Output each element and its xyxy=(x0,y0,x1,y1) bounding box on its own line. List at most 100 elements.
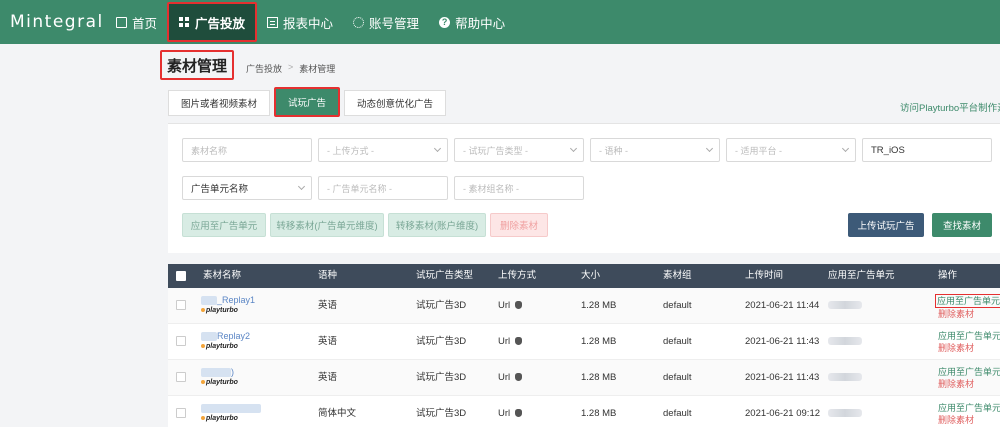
delete-material-button[interactable]: 删除素材 xyxy=(490,213,548,237)
material-name-input[interactable]: 素材名称 xyxy=(182,138,312,162)
chevron-down-icon xyxy=(841,144,850,153)
page-title: 素材管理 xyxy=(160,50,234,80)
platform-select[interactable]: - 适用平台 - xyxy=(726,138,856,162)
move-by-account-button[interactable]: 转移素材(账户维度) xyxy=(388,213,486,237)
chevron-down-icon xyxy=(433,144,442,153)
report-icon xyxy=(267,16,279,28)
materials-table: 素材名称 语种 试玩广告类型 上传方式 大小 素材组 上传时间 应用至广告单元 … xyxy=(168,264,1000,427)
nav-item-home[interactable]: 首页 xyxy=(106,0,167,44)
nav-item-label: 帮助中心 xyxy=(455,16,506,31)
table-row: Replay2 playturbo 英语 试玩广告3D Url 1.28 MB … xyxy=(168,324,1000,360)
apply-to-unit-button[interactable]: 应用至广告单元 xyxy=(182,213,266,237)
column-header[interactable]: 应用至广告单元 xyxy=(828,264,895,288)
find-material-button[interactable]: 查找素材 xyxy=(932,213,992,237)
column-header[interactable]: 大小 xyxy=(581,264,600,288)
delete-material-link[interactable]: 删除素材 xyxy=(938,378,1000,390)
material-type-tabs: 图片或者视频素材 试玩广告 动态创意优化广告 xyxy=(168,87,450,117)
upload-time-cell: 2021-06-21 11:43 xyxy=(745,372,820,383)
table-header: 素材名称 语种 试玩广告类型 上传方式 大小 素材组 上传时间 应用至广告单元 … xyxy=(168,264,1000,288)
upload-method-placeholder: - 上传方式 - xyxy=(327,145,374,156)
playturbo-link[interactable]: 访问Playturbo平台制作素材 xyxy=(900,100,1000,114)
column-header[interactable]: 试玩广告类型 xyxy=(416,264,473,288)
tab-dco-ads[interactable]: 动态创意优化广告 xyxy=(344,90,447,116)
nav-item-help[interactable]: ? 帮助中心 xyxy=(429,0,515,44)
breadcrumb-item-current: 素材管理 xyxy=(299,64,336,74)
material-name-text: _Replay1 xyxy=(217,295,256,305)
upload-playable-button[interactable]: 上传试玩广告 xyxy=(848,213,924,237)
apple-icon xyxy=(515,373,523,381)
nav-item-reports[interactable]: 报表中心 xyxy=(257,0,343,44)
breadcrumb: 广告投放 > 素材管理 xyxy=(246,62,335,75)
row-checkbox[interactable] xyxy=(176,408,186,418)
material-name-cell[interactable]: Replay2 playturbo xyxy=(201,330,281,356)
platform-placeholder: - 适用平台 - xyxy=(735,145,782,156)
material-group-input[interactable]: - 素材组名称 - xyxy=(454,176,584,200)
playable-type-select[interactable]: - 试玩广告类型 - xyxy=(454,138,584,162)
column-header[interactable]: 上传方式 xyxy=(498,264,536,288)
material-name-link[interactable]: _Replay1 xyxy=(201,294,281,306)
breadcrumb-separator: > xyxy=(288,62,294,72)
size-cell: 1.28 MB xyxy=(581,408,617,419)
mintegral-logo[interactable]: Mintegral xyxy=(10,12,106,32)
language-select[interactable]: - 语种 - xyxy=(590,138,720,162)
delete-material-link[interactable]: 删除素材 xyxy=(938,414,1000,426)
language-cell: 英语 xyxy=(318,336,338,347)
size-cell: 1.28 MB xyxy=(581,372,617,383)
nav-item-account[interactable]: 账号管理 xyxy=(343,0,429,44)
apply-to-unit-link[interactable]: 应用至广告单元 xyxy=(935,294,1000,308)
material-name-link[interactable] xyxy=(201,402,281,414)
move-by-unit-button[interactable]: 转移素材(广告单元维度) xyxy=(270,213,384,237)
playable-type-cell: 试玩广告3D xyxy=(416,372,467,383)
upload-method-cell: Url xyxy=(498,396,523,427)
apple-icon xyxy=(515,301,523,309)
apply-to-unit-link[interactable]: 应用至广告单元 xyxy=(938,402,1000,414)
column-header[interactable]: 素材组 xyxy=(663,264,692,288)
delete-material-link[interactable]: 删除素材 xyxy=(938,308,1000,320)
search-input[interactable]: TR_iOS xyxy=(862,138,992,162)
grid-icon xyxy=(179,16,191,28)
unit-name-input[interactable]: - 广告单元名称 - xyxy=(318,176,448,200)
apply-to-unit-link[interactable]: 应用至广告单元 xyxy=(938,330,1000,342)
material-name-link[interactable]: Replay2 xyxy=(201,330,281,342)
upload-method-cell: Url xyxy=(498,288,523,324)
tab-image-video[interactable]: 图片或者视频素材 xyxy=(168,90,271,116)
material-name-cell[interactable]: playturbo xyxy=(201,402,281,427)
column-header[interactable]: 上传时间 xyxy=(745,264,783,288)
material-name-text: Replay2 xyxy=(217,331,251,341)
upload-time-cell: 2021-06-21 11:43 xyxy=(745,336,820,347)
nav-item-label: 账号管理 xyxy=(369,16,420,31)
size-cell: 1.28 MB xyxy=(581,300,617,311)
applied-units-cell xyxy=(828,288,862,324)
breadcrumb-item-ad-delivery[interactable]: 广告投放 xyxy=(246,62,282,75)
playturbo-brand: playturbo xyxy=(201,414,281,424)
apply-to-unit-link[interactable]: 应用至广告单元 xyxy=(938,366,1000,378)
chevron-down-icon xyxy=(569,144,578,153)
row-checkbox[interactable] xyxy=(176,336,186,346)
delete-material-link[interactable]: 删除素材 xyxy=(938,342,1000,354)
unit-name-select-value: 广告单元名称 xyxy=(191,184,249,195)
material-name-cell[interactable]: ) playturbo xyxy=(201,366,281,392)
redacted-text xyxy=(828,409,862,418)
nav-item-label: 广告投放 xyxy=(195,16,246,31)
column-header[interactable]: 素材名称 xyxy=(203,264,241,288)
unit-name-select[interactable]: 广告单元名称 xyxy=(182,176,312,200)
redacted-text xyxy=(201,404,261,414)
material-name-cell[interactable]: _Replay1 playturbo xyxy=(201,294,281,320)
select-all-checkbox[interactable] xyxy=(176,271,186,281)
group-cell: default xyxy=(663,300,692,311)
applied-units-cell xyxy=(828,396,862,427)
chevron-down-icon xyxy=(705,144,714,153)
playable-type-placeholder: - 试玩广告类型 - xyxy=(463,145,528,156)
upload-method-text: Url xyxy=(498,372,511,383)
group-cell: default xyxy=(663,372,692,383)
upload-method-text: Url xyxy=(498,408,511,419)
tab-playable-ads[interactable]: 试玩广告 xyxy=(274,87,341,117)
material-name-link[interactable]: ) xyxy=(201,366,281,378)
upload-method-select[interactable]: - 上传方式 - xyxy=(318,138,448,162)
column-header[interactable]: 语种 xyxy=(318,264,337,288)
redacted-text xyxy=(828,373,862,382)
row-checkbox[interactable] xyxy=(176,300,186,310)
nav-item-ad-delivery[interactable]: 广告投放 xyxy=(167,2,258,42)
row-checkbox[interactable] xyxy=(176,372,186,382)
group-cell: default xyxy=(663,336,692,347)
